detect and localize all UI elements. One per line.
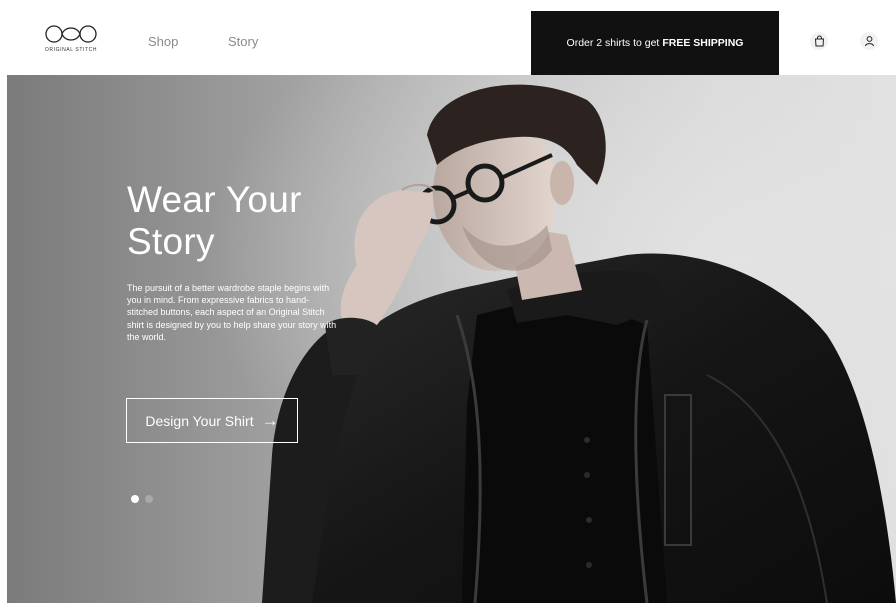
hero-title-line-1: Wear Your (127, 179, 302, 220)
promo-highlight: FREE SHIPPING (662, 37, 744, 49)
user-account-button[interactable] (860, 32, 878, 50)
hero-description: The pursuit of a better wardrobe staple … (127, 283, 337, 342)
carousel-pagination (131, 495, 153, 503)
cta-label: Design Your Shirt (145, 412, 254, 429)
nav-shop-link[interactable]: Shop (148, 34, 178, 49)
shopping-bag-icon (814, 35, 824, 47)
logo-mark-icon (45, 25, 97, 43)
hero-banner: Wear Your Story The pursuit of a better … (7, 75, 896, 603)
site-header: ORIGINAL STITCH Shop Story Order 2 shirt… (0, 0, 896, 75)
logo-wordmark: ORIGINAL STITCH (44, 47, 98, 53)
original-stitch-logo[interactable]: ORIGINAL STITCH (40, 24, 102, 58)
carousel-dot-2[interactable] (145, 495, 153, 503)
user-icon (864, 36, 874, 47)
shopping-bag-button[interactable] (810, 32, 828, 50)
carousel-dot-1[interactable] (131, 495, 139, 503)
design-your-shirt-button[interactable]: Design Your Shirt → (126, 398, 298, 443)
hero-title-line-2: Story (127, 221, 215, 262)
hero-title: Wear Your Story (127, 179, 387, 263)
free-shipping-promo-banner[interactable]: Order 2 shirts to get FREE SHIPPING (531, 11, 779, 75)
arrow-right-icon: → (261, 411, 279, 430)
nav-story-link[interactable]: Story (228, 34, 258, 49)
promo-text: Order 2 shirts to get (566, 37, 660, 49)
